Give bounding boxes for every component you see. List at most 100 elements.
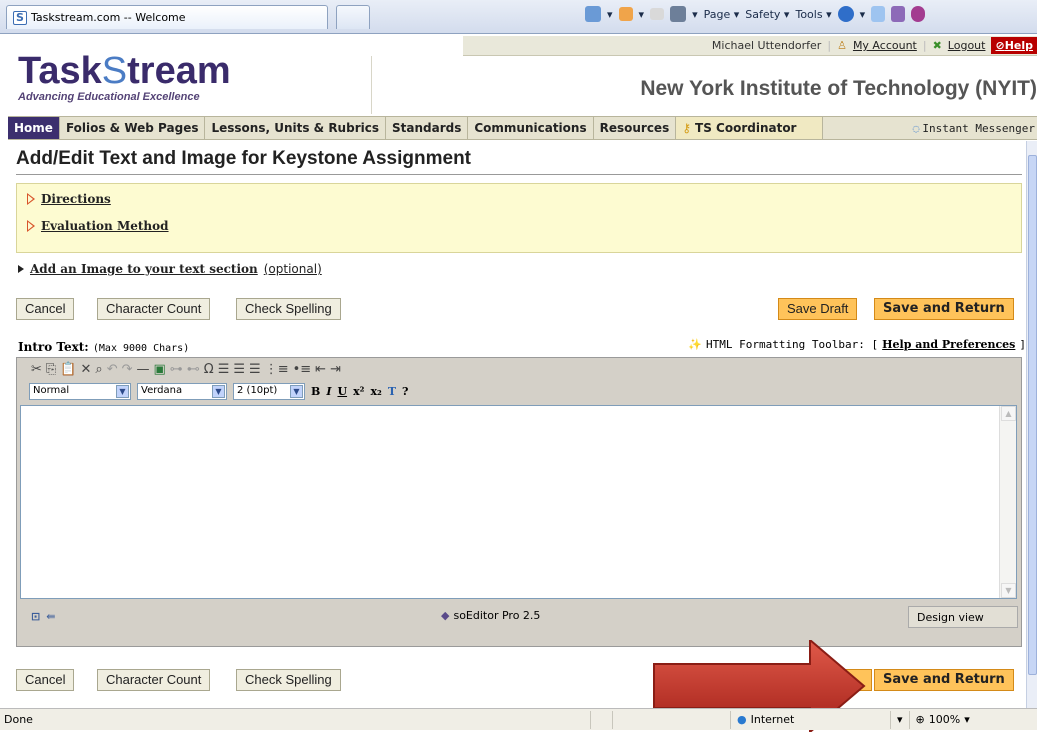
zoom-level[interactable]: ⊕ 100% ▾ (908, 710, 976, 729)
scrollbar-thumb[interactable] (1028, 155, 1037, 675)
save-and-return-button[interactable]: Save and Return (874, 298, 1014, 320)
check-spelling-button[interactable]: Check Spelling (236, 298, 341, 320)
mail-icon[interactable] (650, 8, 665, 20)
scroll-down-icon[interactable]: ▼ (1001, 583, 1016, 598)
nav-folios[interactable]: Folios & Web Pages (60, 117, 206, 139)
security-zone[interactable]: ● Internet (730, 710, 890, 729)
underline-icon[interactable]: U (337, 385, 347, 398)
nav-home[interactable]: Home (8, 117, 60, 139)
paragraph-style-select[interactable]: Normal ▼ (29, 382, 131, 400)
browser-status-bar: Done ● Internet ▾ ⊕ 100% ▾ (0, 708, 1037, 730)
browser-tab[interactable]: S Taskstream.com -- Welcome (6, 5, 328, 29)
bold-icon[interactable]: B (311, 385, 320, 398)
horizontal-rule-icon[interactable]: — (137, 362, 150, 377)
rich-text-editor: ✂ ⎘ 📋 ✕ ⌕ ↶ ↷ — ▣ ⊶ ⊷ Ω ☰ ☰ ☰ ⋮≡ •≡ ⇤ ⇥ … (16, 357, 1022, 647)
help-icon[interactable]: ? (402, 385, 408, 398)
special-char-icon[interactable]: Ω (204, 362, 214, 377)
evaluation-method-toggle[interactable]: Evaluation Method (27, 219, 169, 233)
italic-icon[interactable]: I (326, 385, 331, 398)
research-icon[interactable] (871, 6, 886, 22)
design-view-tab[interactable]: Design view (908, 606, 1018, 628)
editor-scrollbar[interactable]: ▲ ▼ (999, 406, 1016, 598)
tools-menu[interactable]: Tools ▾ (795, 8, 831, 21)
check-spelling-button-bottom[interactable]: Check Spelling (236, 669, 341, 691)
bullet-list-icon[interactable]: •≡ (293, 362, 312, 377)
add-image-toggle[interactable]: Add an Image to your text section (optio… (18, 262, 322, 276)
delete-icon[interactable]: ✕ (81, 362, 92, 377)
find-icon[interactable]: ⌕ (95, 362, 102, 377)
instant-messenger-link[interactable]: ◌ Instant Messenger (911, 117, 1037, 139)
edit-html-icon[interactable]: ⇚ (46, 610, 55, 623)
browser-tab-title: Taskstream.com -- Welcome (31, 11, 186, 24)
page-scrollbar[interactable] (1026, 141, 1037, 708)
print-icon[interactable] (670, 6, 687, 22)
nav-communications[interactable]: Communications (468, 117, 594, 139)
soeditor-cube-icon: ◆ (441, 609, 450, 622)
align-right-icon[interactable]: ☰ (249, 362, 261, 377)
logo-tagline: Advancing Educational Excellence (18, 91, 200, 103)
chevron-down-icon: ▼ (212, 384, 225, 398)
superscript-icon[interactable]: x² (353, 385, 364, 398)
taskstream-logo[interactable]: TaskStream Advancing Educational Excelle… (18, 52, 231, 103)
align-left-icon[interactable]: ☰ (218, 362, 230, 377)
character-count-button-bottom[interactable]: Character Count (97, 669, 211, 691)
my-account-link[interactable]: My Account (853, 39, 917, 52)
protected-mode-icon[interactable]: ▾ (890, 710, 909, 729)
font-select[interactable]: Verdana ▼ (137, 382, 227, 400)
home-icon[interactable] (585, 6, 601, 22)
directions-toggle[interactable]: Directions (27, 192, 111, 206)
subscript-icon[interactable]: x₂ (370, 385, 381, 398)
numbered-list-icon[interactable]: ⋮≡ (265, 362, 289, 377)
cancel-button-bottom[interactable]: Cancel (16, 669, 75, 691)
text-color-icon[interactable]: T (388, 385, 396, 398)
globe-icon: ● (737, 713, 747, 726)
insert-image-icon[interactable]: ▣ (154, 362, 166, 377)
preview-icon[interactable]: ⊡ (31, 610, 40, 623)
align-center-icon[interactable]: ☰ (233, 362, 245, 377)
editor-toolbar-1: ✂ ⎘ 📋 ✕ ⌕ ↶ ↷ — ▣ ⊶ ⊷ Ω ☰ ☰ ☰ ⋮≡ •≡ ⇤ ⇥ (17, 358, 1021, 380)
main-content: Add/Edit Text and Image for Keystone Ass… (8, 141, 1026, 708)
scroll-up-icon[interactable]: ▲ (1001, 406, 1016, 421)
outdent-icon[interactable]: ⇤ (315, 362, 326, 377)
command-bar: ▾ ▾ ▾ Page ▾ Safety ▾ Tools ▾ ▾ (585, 6, 926, 22)
save-draft-button[interactable]: Save Draft (778, 298, 858, 320)
intro-text-area[interactable]: ▲ ▼ (20, 405, 1017, 599)
save-and-return-button-bottom[interactable]: Save and Return (874, 669, 1014, 691)
account-icon: ♙ (837, 39, 847, 52)
help-icon[interactable] (837, 6, 854, 22)
status-text: Done (4, 713, 33, 726)
messenger-icon[interactable] (891, 6, 906, 22)
formatting-toolbar-label: ✨ HTML Formatting Toolbar: [Help and Pre… (688, 338, 1026, 351)
new-tab-button[interactable] (336, 5, 370, 29)
logout-icon: ✖ (932, 39, 942, 52)
user-bar: Michael Uttendorfer | ♙ My Account | ✖ Log… (463, 36, 1037, 56)
title-divider (16, 174, 1022, 175)
undo-icon[interactable]: ↶ (107, 362, 118, 377)
indent-icon[interactable]: ⇥ (330, 362, 341, 377)
link-icon[interactable]: ⊶ (170, 362, 183, 377)
unlink-icon[interactable]: ⊷ (187, 362, 200, 377)
help-link[interactable]: ⊘Help (991, 37, 1037, 54)
paste-icon[interactable]: 📋 (60, 362, 76, 377)
nav-standards[interactable]: Standards (386, 117, 469, 139)
feeds-icon[interactable] (618, 7, 633, 21)
page-menu[interactable]: Page ▾ (704, 8, 740, 21)
nav-ts-coordinator[interactable]: ⚷ TS Coordinator (676, 117, 824, 139)
font-size-select[interactable]: 2 (10pt) ▼ (233, 382, 305, 400)
directions-box: Directions Evaluation Method (16, 183, 1022, 253)
nav-resources[interactable]: Resources (594, 117, 677, 139)
redo-icon[interactable]: ↷ (122, 362, 133, 377)
safety-menu[interactable]: Safety ▾ (745, 8, 789, 21)
copy-icon[interactable]: ⎘ (46, 362, 56, 377)
logout-link[interactable]: Logout (948, 39, 986, 52)
cut-icon[interactable]: ✂ (31, 362, 42, 377)
page-title: Add/Edit Text and Image for Keystone Ass… (16, 148, 472, 169)
help-and-preferences-link[interactable]: Help and Preferences (882, 338, 1015, 351)
yahoo-icon[interactable] (911, 6, 926, 22)
cancel-button[interactable]: Cancel (16, 298, 75, 320)
nav-lessons[interactable]: Lessons, Units & Rubrics (205, 117, 386, 139)
expand-triangle-icon (27, 193, 35, 205)
character-count-button[interactable]: Character Count (97, 298, 211, 320)
messenger-bubble-icon: ◌ (912, 121, 920, 135)
status-panel (590, 710, 612, 729)
